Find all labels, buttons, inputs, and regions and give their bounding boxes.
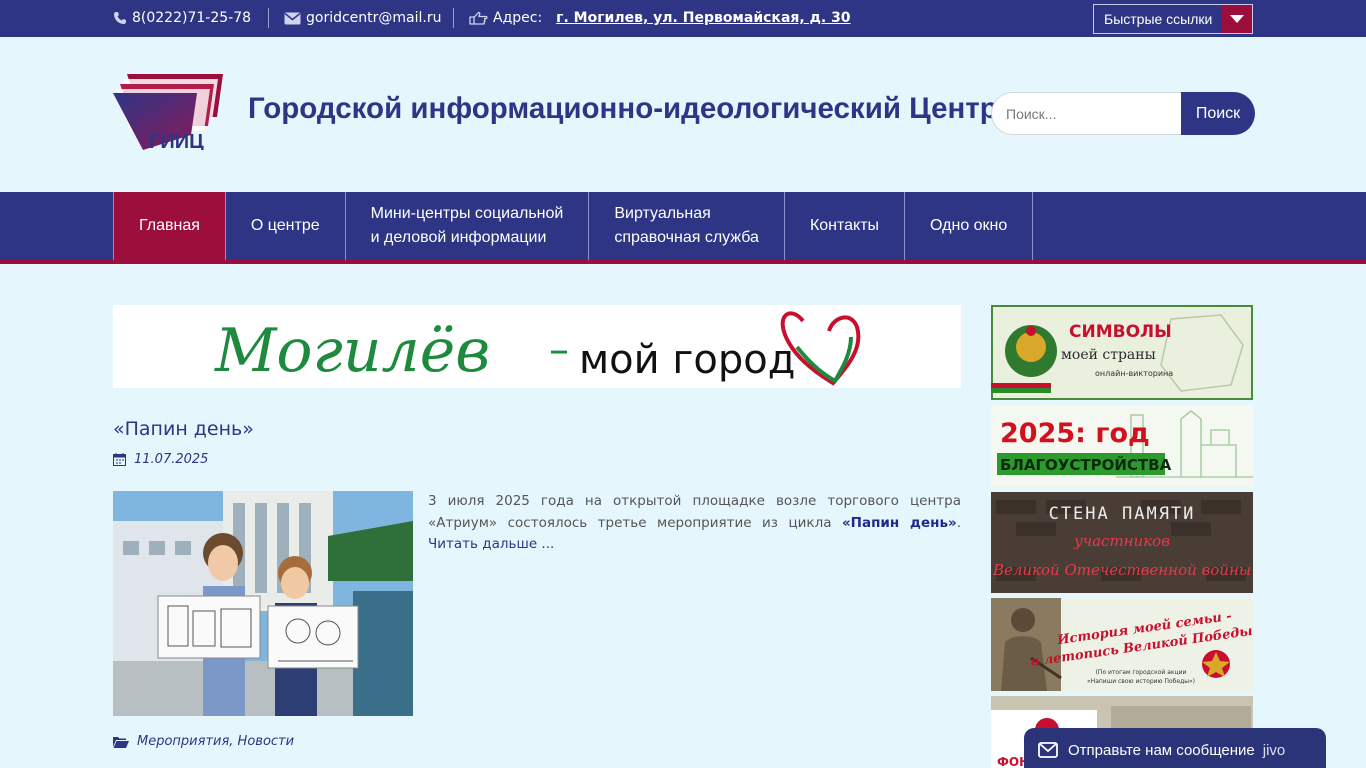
phone-text: 8(0222)71-25-78: [132, 10, 252, 26]
sidebar-banner-family-history[interactable]: История моей семьи - в летопись Великой …: [991, 598, 1253, 691]
search-button[interactable]: Поиск: [1181, 92, 1255, 135]
symbols-title: СИМВОЛЫ: [1069, 322, 1172, 342]
phone-icon: [114, 12, 126, 24]
logo-text: ГИИЦ: [149, 131, 204, 150]
post-photo[interactable]: [113, 491, 413, 716]
read-more-link[interactable]: Читать дальше ...: [428, 536, 554, 552]
address-link[interactable]: г. Могилев, ул. Первомайская, д. 30: [556, 10, 850, 26]
divider: [268, 8, 269, 28]
chat-label: Отправьте нам сообщение: [1068, 741, 1255, 759]
main-navigation: Главная О центре Мини-центры социальной …: [0, 192, 1366, 260]
post-categories: Мероприятия, Новости: [113, 734, 294, 749]
post-title[interactable]: «Папин день»: [113, 418, 254, 440]
nav-item-contacts[interactable]: Контакты: [785, 192, 906, 260]
divider: [453, 8, 454, 28]
nav-list: Главная О центре Мини-центры социальной …: [113, 192, 1034, 260]
email-text: goridcentr@mail.ru: [306, 10, 442, 26]
banner-script-text: Могилёв: [214, 316, 490, 386]
address-contact: Адрес: г. Могилев, ул. Первомайская, д. …: [469, 9, 851, 27]
nav-underline: [0, 260, 1366, 264]
nav-item-about[interactable]: О центре: [226, 192, 346, 260]
search-input[interactable]: [991, 92, 1181, 135]
memory-wall-line1: участников: [1073, 532, 1170, 550]
post-date-text: 11.07.2025: [134, 452, 209, 467]
family-history-banner-graphic: История моей семьи - в летопись Великой …: [991, 598, 1253, 691]
chat-widget[interactable]: Отправьте нам сообщение jivo: [1024, 728, 1326, 768]
symbols-small: онлайн-викторина: [1095, 369, 1173, 378]
symbols-subtitle: моей страны: [1061, 347, 1156, 363]
caret-down-icon: [1230, 15, 1244, 23]
sidebar-banner-memory-wall[interactable]: СТЕНА ПАМЯТИ участников Великой Отечеств…: [991, 492, 1253, 593]
quick-links-dropdown[interactable]: Быстрые ссылки: [1093, 4, 1253, 34]
dropdown-toggle[interactable]: [1222, 5, 1252, 33]
nav-item-mini-centers[interactable]: Мини-центры социальной и деловой информа…: [346, 192, 590, 260]
post-excerpt-highlight: «Папин день»: [841, 514, 957, 531]
search-form: Поиск: [991, 92, 1255, 135]
improvement-banner-graphic: 2025: год БЛАГОУСТРОЙСТВА: [991, 405, 1253, 487]
banner-rest-text: мой город: [579, 337, 795, 383]
post-excerpt-tail: .: [956, 514, 961, 531]
memory-wall-line2: Великой Отечественной войны: [992, 561, 1251, 579]
post-date: 11.07.2025: [113, 452, 208, 467]
message-icon: [1038, 742, 1058, 758]
envelope-icon: [284, 12, 301, 24]
calendar-icon: [113, 453, 126, 466]
nav-item-home[interactable]: Главная: [114, 192, 226, 260]
memory-wall-title: СТЕНА ПАМЯТИ: [1049, 504, 1196, 524]
family-history-note1: (По итогам городской акции: [1096, 669, 1187, 676]
folder-open-icon: [113, 736, 129, 748]
quick-links-label: Быстрые ссылки: [1104, 11, 1213, 27]
post-excerpt: 3 июля 2025 года на открытой площадке во…: [428, 491, 961, 556]
top-bar: 8(0222)71-25-78 goridcentr@mail.ru Адрес…: [0, 0, 1366, 37]
site-title[interactable]: Городской информационно-идеологический Ц…: [248, 92, 998, 126]
banner-dash: –: [549, 327, 569, 373]
phone-contact[interactable]: 8(0222)71-25-78: [113, 9, 251, 27]
chat-brand-logo: jivo: [1262, 741, 1286, 759]
improvement-title: 2025: год: [1000, 418, 1150, 449]
logo-graphic: ГИИЦ: [113, 74, 223, 153]
nav-item-virtual-help[interactable]: Виртуальная справочная служба: [589, 192, 785, 260]
address-label: Адрес:: [493, 10, 543, 26]
sidebar-banner-improvement-year[interactable]: 2025: год БЛАГОУСТРОЙСТВА: [991, 405, 1253, 487]
family-history-note2: «Напиши свою историю Победы»): [1087, 678, 1195, 685]
city-banner[interactable]: Могилёв – мой город: [113, 305, 961, 388]
email-contact[interactable]: goridcentr@mail.ru: [284, 9, 442, 27]
banner-graphic: Могилёв – мой город: [214, 311, 861, 386]
post-categories-links[interactable]: Мероприятия, Новости: [137, 734, 294, 749]
post-photo-image: [113, 491, 413, 716]
symbols-banner-graphic: СИМВОЛЫ моей страны онлайн-викторина: [991, 305, 1253, 400]
site-logo[interactable]: ГИИЦ: [113, 73, 223, 153]
nav-item-one-window[interactable]: Одно окно: [905, 192, 1034, 260]
improvement-subtitle: БЛАГОУСТРОЙСТВА: [1000, 455, 1172, 474]
hand-pointer-icon: [469, 11, 488, 25]
memory-wall-banner-graphic: СТЕНА ПАМЯТИ участников Великой Отечеств…: [991, 492, 1253, 593]
sidebar-banner-symbols[interactable]: СИМВОЛЫ моей страны онлайн-викторина: [991, 305, 1253, 400]
